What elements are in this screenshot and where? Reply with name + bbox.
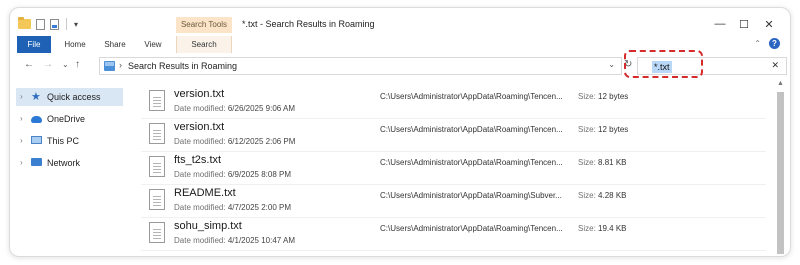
clear-search-icon[interactable]: ✕ [771,60,779,71]
sidebar-item-label: Quick access [47,92,101,102]
search-results-icon [104,61,115,71]
text-file-icon [149,123,165,144]
file-location: C:\Users\Administrator\AppData\Roaming\T… [380,158,563,167]
customize-toolbar-icon[interactable]: ▾ [74,20,78,29]
date-modified: Date modified: 4/7/2025 2:00 PM [174,203,291,212]
chevron-right-icon[interactable]: › [20,132,23,150]
file-location: C:\Users\Administrator\AppData\Roaming\T… [380,125,563,134]
sidebar-item-network[interactable]: › Network [16,154,123,172]
tab-view[interactable]: View [138,36,168,53]
list-item[interactable]: version.txt Date modified: 6/26/2025 9:0… [141,86,766,119]
file-name[interactable]: version.txt [174,121,224,133]
file-size: Size: 12 bytes [578,92,629,101]
scroll-thumb[interactable] [777,92,784,254]
cloud-icon [31,116,42,123]
sidebar-item-quick-access[interactable]: › ★ Quick access [16,88,123,106]
toolbar-divider [66,18,67,30]
file-location: C:\Users\Administrator\AppData\Roaming\T… [380,92,563,101]
new-folder-icon[interactable] [50,18,59,30]
back-button[interactable]: ← [24,59,34,70]
text-file-icon [149,222,165,243]
file-size: Size: 4.28 KB [578,191,627,200]
list-item[interactable]: README.txt Date modified: 4/7/2025 2:00 … [141,185,766,218]
sidebar-item-label: Network [47,158,81,168]
collapse-ribbon-icon[interactable]: ⌃ [754,39,761,48]
navigation-pane: › ★ Quick access › OneDrive › This PC › … [10,86,130,256]
date-modified: Date modified: 4/1/2025 10:47 AM [174,236,295,245]
sidebar-item-label: OneDrive [47,114,86,124]
address-dropdown-icon[interactable]: ⌄ [608,60,615,69]
explorer-window: ▾ Search Tools *.txt - Search Results in… [9,7,791,257]
forward-button[interactable]: → [43,59,53,70]
chevron-right-icon[interactable]: › [20,154,23,172]
sidebar-item-onedrive[interactable]: › OneDrive [16,110,123,128]
list-item[interactable]: sohu_simp.txt Date modified: 4/1/2025 10… [141,218,766,251]
tab-file[interactable]: File [17,36,51,53]
file-size: Size: 12 bytes [578,125,629,134]
file-size: Size: 8.81 KB [578,158,627,167]
folder-icon[interactable] [18,17,31,29]
tab-search[interactable]: Search [176,36,232,53]
file-name[interactable]: README.txt [174,187,236,199]
search-tools-header: Search Tools [176,17,232,33]
star-icon: ★ [31,91,41,103]
window-title: *.txt - Search Results in Roaming [242,19,375,29]
scroll-up-icon[interactable]: ▲ [777,80,784,87]
text-file-icon [149,156,165,177]
properties-icon[interactable] [36,18,45,30]
date-modified: Date modified: 6/26/2025 9:06 AM [174,104,295,113]
list-item[interactable]: fts_t2s.txt Date modified: 6/9/2025 8:08… [141,152,766,185]
chevron-right-icon[interactable]: › [20,110,23,128]
file-location: C:\Users\Administrator\AppData\Roaming\S… [380,191,562,200]
file-name[interactable]: sohu_simp.txt [174,220,242,232]
breadcrumb-separator[interactable]: › [119,60,122,70]
maximize-button[interactable]: ☐ [737,18,751,31]
ribbon-right-controls: ⌃ ? [754,38,780,49]
computer-icon [31,136,42,144]
quick-access-toolbar: ▾ [18,17,78,30]
list-item[interactable]: version.txt Date modified: 6/12/2025 2:0… [141,119,766,152]
tab-home[interactable]: Home [58,36,92,53]
recent-locations-button[interactable]: ⌄ [62,60,69,69]
file-location: C:\Users\Administrator\AppData\Roaming\T… [380,224,563,233]
tab-share[interactable]: Share [98,36,132,53]
file-size: Size: 19.4 KB [578,224,627,233]
close-button[interactable]: ✕ [762,18,776,31]
breadcrumb[interactable]: Search Results in Roaming [128,61,237,71]
file-name[interactable]: fts_t2s.txt [174,154,221,166]
search-annotation-box [624,50,703,78]
up-button[interactable]: ↑ [75,59,80,70]
minimize-button[interactable]: — [713,18,727,30]
sidebar-item-this-pc[interactable]: › This PC [16,132,123,150]
text-file-icon [149,90,165,111]
chevron-right-icon[interactable]: › [20,88,23,106]
date-modified: Date modified: 6/9/2025 8:08 PM [174,170,291,179]
sidebar-item-label: This PC [47,136,80,146]
file-name[interactable]: version.txt [174,88,224,100]
vertical-scrollbar[interactable]: ▲ [774,78,787,256]
address-bar[interactable]: › Search Results in Roaming ⌄ [99,57,622,75]
text-file-icon [149,189,165,210]
network-icon [31,158,42,166]
help-icon[interactable]: ? [769,38,780,49]
date-modified: Date modified: 6/12/2025 2:06 PM [174,137,296,146]
